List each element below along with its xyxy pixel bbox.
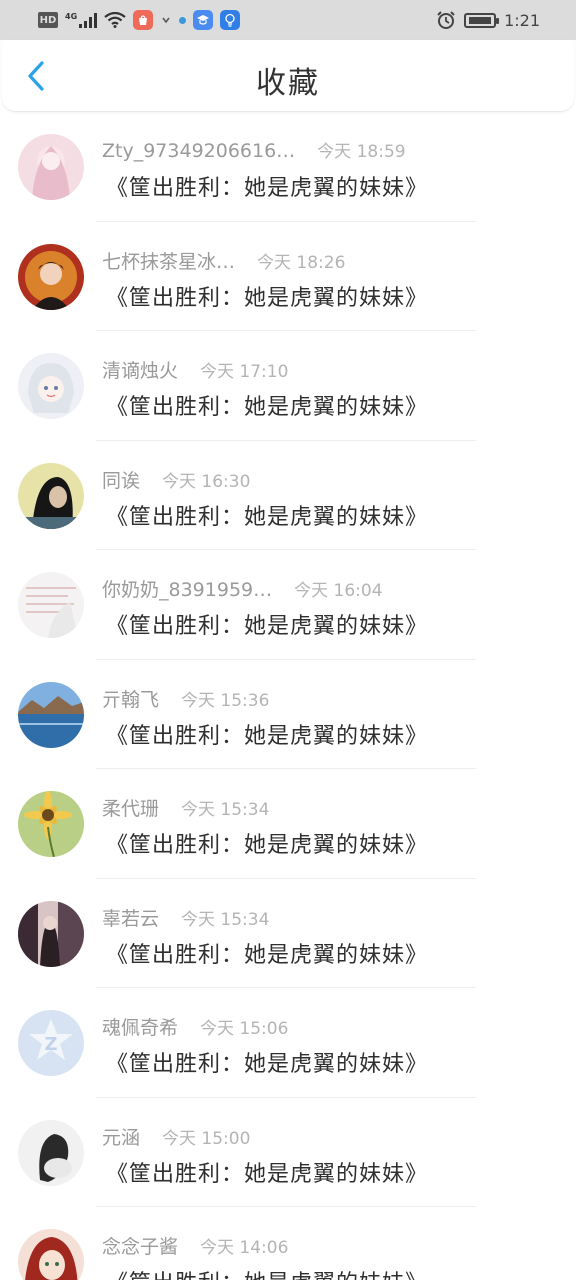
item-meta: 念念子酱 今天 14:06 <box>102 1232 288 1259</box>
user-name: 柔代珊 <box>102 798 160 820</box>
avatar[interactable] <box>18 353 84 419</box>
item-meta: 你奶奶_8391959… 今天 16:04 <box>102 575 383 602</box>
item-message: 《筐出胜利：她是虎翼的妹妹》 <box>106 942 429 968</box>
svg-text:Z: Z <box>44 1034 57 1055</box>
list-item[interactable]: 清谪烛火 今天 17:10 《筐出胜利：她是虎翼的妹妹》 <box>0 331 576 441</box>
item-meta: 魂佩奇希 今天 15:06 <box>102 1013 288 1040</box>
item-meta: 七杯抹茶星冰… 今天 18:26 <box>102 247 345 274</box>
avatar[interactable] <box>18 134 84 200</box>
timestamp: 今天 16:30 <box>162 471 251 492</box>
item-message: 《筐出胜利：她是虎翼的妹妹》 <box>106 833 429 858</box>
list-item[interactable]: 元涵 今天 15:00 《筐出胜利：她是虎翼的妹妹》 <box>0 1098 576 1207</box>
user-name: 你奶奶_8391959… <box>102 579 273 601</box>
avatar[interactable] <box>18 572 84 638</box>
avatar[interactable]: Z <box>18 1010 84 1076</box>
status-bar: HD 4G 1:21 <box>0 0 576 40</box>
small-download-icon <box>162 17 170 24</box>
signal-icon <box>79 12 98 28</box>
blue-app-icon <box>179 16 187 24</box>
avatar[interactable] <box>18 462 84 529</box>
item-message: 《筐出胜利：她是虎翼的妹妹》 <box>106 614 429 639</box>
avatar[interactable] <box>18 900 84 967</box>
item-message: 《筐出胜利：她是虎翼的妹妹》 <box>106 1161 429 1187</box>
item-meta: 柔代珊 今天 15:34 <box>102 794 269 821</box>
item-message: 《筐出胜利：她是虎翼的妹妹》 <box>106 285 429 311</box>
lightbulb-app-icon <box>220 10 241 30</box>
item-message: 《筐出胜利：她是虎翼的妹妹》 <box>106 176 429 201</box>
user-name: 七杯抹茶星冰… <box>102 250 236 273</box>
timestamp: 今天 15:00 <box>162 1128 251 1149</box>
list-item[interactable]: 你奶奶_8391959… 今天 16:04 《筐出胜利：她是虎翼的妹妹》 <box>0 550 576 660</box>
list-item[interactable]: Zty_97349206616… 今天 18:59 《筐出胜利：她是虎翼的妹妹》 <box>0 112 576 222</box>
alarm-icon <box>437 11 455 29</box>
list-item[interactable]: 柔代珊 今天 15:34 《筐出胜利：她是虎翼的妹妹》 <box>0 769 576 879</box>
avatar[interactable] <box>18 1119 84 1186</box>
list-item[interactable]: 七杯抹茶星冰… 今天 18:26 《筐出胜利：她是虎翼的妹妹》 <box>0 222 576 331</box>
item-meta: 清谪烛火 今天 17:10 <box>102 356 288 383</box>
user-name: 魂佩奇希 <box>102 1017 179 1039</box>
item-message: 《筐出胜利：她是虎翼的妹妹》 <box>106 504 429 530</box>
list-item[interactable]: Z 魂佩奇希 今天 15:06 《筐出胜利：她是虎翼的妹妹》 <box>0 988 576 1098</box>
timestamp: 今天 15:06 <box>200 1019 289 1039</box>
wifi-icon <box>104 12 126 28</box>
battery-icon <box>464 12 500 28</box>
item-meta: Zty_97349206616… 今天 18:59 <box>102 137 406 162</box>
avatar[interactable] <box>18 1229 84 1280</box>
status-right: 1:21 <box>436 10 540 30</box>
favorites-list: Zty_97349206616… 今天 18:59 《筐出胜利：她是虎翼的妹妹》… <box>0 112 576 1280</box>
user-name: 念念子酱 <box>102 1236 179 1258</box>
network-type: 4G <box>65 11 78 21</box>
shopping-app-icon <box>133 10 154 30</box>
status-time: 1:21 <box>504 10 540 30</box>
page-title: 收藏 <box>256 66 320 101</box>
timestamp: 今天 16:04 <box>294 581 383 601</box>
item-message: 《筐出胜利：她是虎翼的妹妹》 <box>106 1052 429 1077</box>
user-name: 元涵 <box>102 1126 141 1149</box>
avatar[interactable] <box>18 791 84 857</box>
timestamp: 今天 18:59 <box>317 142 406 162</box>
user-name: 亓翰飞 <box>102 688 160 711</box>
hd-icon: HD <box>38 12 58 28</box>
user-name: 清谪烛火 <box>102 360 179 382</box>
timestamp: 今天 15:34 <box>181 800 270 820</box>
timestamp: 今天 15:36 <box>181 690 270 711</box>
status-left: HD 4G <box>38 10 241 30</box>
item-meta: 亓翰飞 今天 15:36 <box>102 685 269 712</box>
user-name: 辜若云 <box>102 907 160 930</box>
timestamp: 今天 17:10 <box>200 362 289 382</box>
item-message: 《筐出胜利：她是虎翼的妹妹》 <box>106 395 429 420</box>
header: 收藏 <box>2 40 574 112</box>
item-message: 《筐出胜利：她是虎翼的妹妹》 <box>106 1265 428 1280</box>
item-message: 《筐出胜利：她是虎翼的妹妹》 <box>106 723 429 749</box>
timestamp: 今天 15:34 <box>181 909 270 930</box>
user-name: 同诶 <box>102 469 141 492</box>
list-item[interactable]: 辜若云 今天 15:34 《筐出胜利：她是虎翼的妹妹》 <box>0 879 576 988</box>
item-meta: 同诶 今天 16:30 <box>102 466 250 493</box>
timestamp: 今天 14:06 <box>200 1238 289 1258</box>
item-meta: 元涵 今天 15:00 <box>102 1123 250 1150</box>
education-app-icon <box>193 10 214 30</box>
list-item[interactable]: 同诶 今天 16:30 《筐出胜利：她是虎翼的妹妹》 <box>0 441 576 550</box>
timestamp: 今天 18:26 <box>257 252 346 273</box>
list-item[interactable]: 亓翰飞 今天 15:36 《筐出胜利：她是虎翼的妹妹》 <box>0 660 576 769</box>
avatar[interactable] <box>18 681 84 748</box>
user-name: Zty_97349206616… <box>102 140 296 162</box>
item-meta: 辜若云 今天 15:34 <box>102 904 269 931</box>
list-item[interactable]: 念念子酱 今天 14:06 《筐出胜利：她是虎翼的妹妹》 <box>0 1207 576 1280</box>
avatar[interactable] <box>18 243 84 310</box>
